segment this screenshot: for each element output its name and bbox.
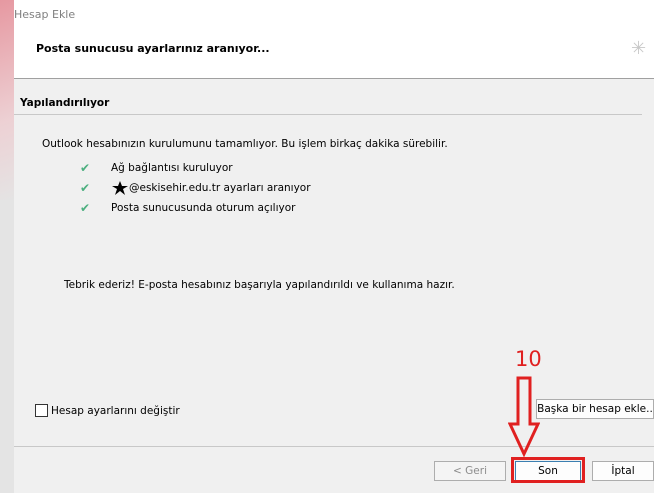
footer-divider	[14, 446, 654, 447]
window-title: Hesap Ekle	[14, 8, 76, 21]
header-title: Posta sunucusu ayarlarınız aranıyor...	[36, 42, 270, 55]
status-description: Outlook hesabınızın kurulumunu tamamlıyo…	[42, 138, 448, 150]
step-label-text: @eskisehir.edu.tr ayarları aranıyor	[129, 182, 311, 194]
back-button[interactable]: < Geri	[434, 461, 506, 481]
header-divider	[14, 78, 654, 79]
step-label: Ağ bağlantısı kuruluyor	[111, 162, 233, 174]
change-settings-checkbox[interactable]	[35, 404, 48, 417]
section-title: Yapılandırılıyor	[20, 97, 110, 109]
step-item: ✔ Posta sunucusunda oturum açılıyor	[80, 200, 295, 216]
annotation-step-number: 10	[515, 347, 542, 371]
annotation-highlight-box	[511, 457, 585, 483]
dialog-header: Posta sunucusu ayarlarınız aranıyor... ✳	[14, 28, 654, 78]
loading-spinner-icon: ✳	[631, 38, 647, 59]
step-label: Posta sunucusunda oturum açılıyor	[111, 202, 296, 214]
step-label: @eskisehir.edu.tr ayarları aranıyor	[111, 181, 311, 195]
add-another-account-button[interactable]: Başka bir hesap ekle..	[536, 399, 654, 419]
step-item: ✔ @eskisehir.edu.tr ayarları aranıyor	[80, 180, 311, 196]
change-settings-checkbox-row[interactable]: Hesap ayarlarını değiştir	[35, 404, 180, 417]
change-settings-label[interactable]: Hesap ayarlarını değiştir	[51, 405, 180, 417]
checkmark-icon: ✔	[80, 181, 91, 195]
annotation-arrow-icon	[508, 376, 540, 458]
checkmark-icon: ✔	[80, 161, 91, 175]
section-divider	[14, 114, 642, 115]
redaction-mark-icon	[111, 181, 129, 195]
title-bar: Hesap Ekle	[14, 0, 654, 28]
checkmark-icon: ✔	[80, 201, 91, 215]
success-message: Tebrik ederiz! E-posta hesabınız başarıy…	[64, 279, 455, 291]
step-item: ✔ Ağ bağlantısı kuruluyor	[80, 160, 233, 176]
cancel-button[interactable]: İptal	[592, 461, 654, 481]
